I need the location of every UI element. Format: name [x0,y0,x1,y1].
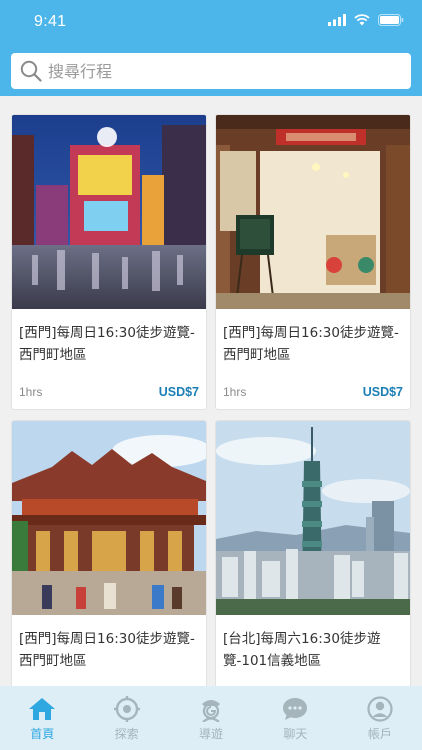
tab-bar: 首頁 探索 導遊 聊天 帳戶 [0,686,422,750]
tour-photo [216,421,410,615]
tab-label: 首頁 [30,727,55,741]
tab-label: 帳戶 [367,727,392,741]
home-icon [29,698,56,720]
tour-card[interactable]: [西門]每周日16:30徒步遊覽-西門町地區 1hrs USD$7 [215,114,411,410]
tour-duration: 1hrs [223,385,247,399]
status-time: 9:41 [34,13,67,30]
tour-duration: 1hrs [19,385,43,399]
tab-chat[interactable]: 聊天 [253,686,337,750]
tour-photo [12,421,206,615]
status-bar: 9:41 [0,0,422,44]
tab-guide[interactable]: 導遊 [169,686,253,750]
tour-title: [西門]每周日16:30徒步遊覽-西門町地區 [19,325,195,363]
search-icon [20,60,42,82]
search-bar[interactable] [11,53,411,89]
wifi-icon [354,14,370,26]
tour-price: USD$7 [362,385,403,399]
account-icon [367,696,393,722]
tab-label: 聊天 [283,727,308,741]
tab-label: 探索 [114,727,139,741]
status-icons [328,14,404,26]
guide-icon [202,700,221,722]
tour-title: [西門]每周日16:30徒步遊覽-西門町地區 [19,631,195,669]
tab-home[interactable]: 首頁 [0,686,84,750]
search-input[interactable] [48,61,378,81]
header-bar: 9:41 [0,0,422,96]
tour-photo [216,115,410,309]
tour-price: USD$7 [158,385,199,399]
signal-icon [328,14,346,26]
chat-icon [283,698,308,720]
battery-icon [378,14,404,26]
tour-card[interactable]: [台北]每周六16:30徒步遊覽-101信義地區 [215,420,411,716]
tour-card[interactable]: [西門]每周日16:30徒步遊覽-西門町地區 [11,420,207,716]
tab-label: 導遊 [199,727,224,741]
tab-account[interactable]: 帳戶 [338,686,422,750]
tour-title: [西門]每周日16:30徒步遊覽-西門町地區 [223,325,399,363]
tab-explore[interactable]: 探索 [84,686,168,750]
tour-card[interactable]: [西門]每周日16:30徒步遊覽-西門町地區 1hrs USD$7 [11,114,207,410]
compass-icon [113,696,140,722]
tour-title: [台北]每周六16:30徒步遊覽-101信義地區 [223,631,381,669]
tour-photo [12,115,206,309]
